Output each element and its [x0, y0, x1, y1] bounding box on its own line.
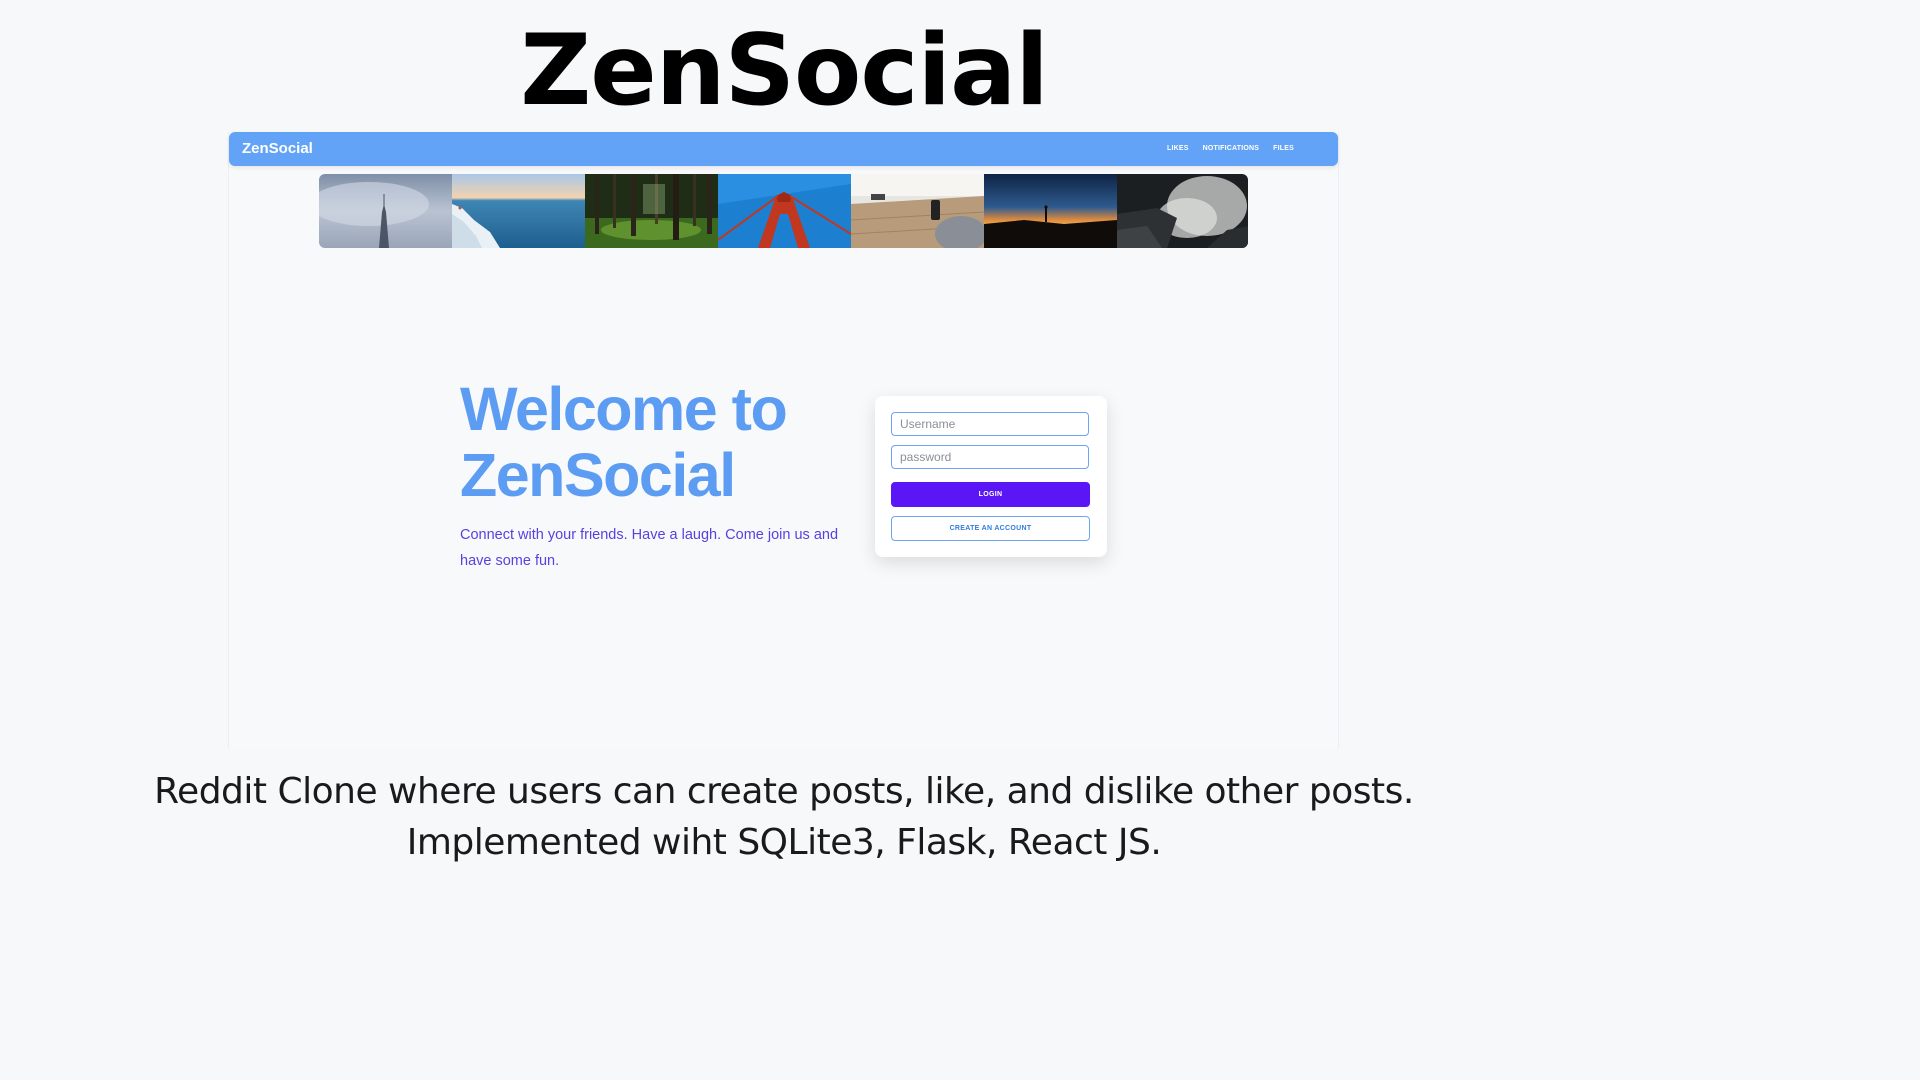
nav-links: LIKES NOTIFICATIONS FILES [1167, 145, 1294, 152]
welcome-title-line2: ZenSocial [460, 441, 736, 509]
nav-link-files[interactable]: FILES [1273, 145, 1294, 152]
project-caption: Reddit Clone where users can create post… [0, 766, 1568, 868]
app-window: ZenSocial LIKES NOTIFICATIONS FILES Welc… [228, 132, 1339, 748]
welcome-title-line1: Welcome to [460, 375, 788, 443]
welcome-subtitle: Connect with your friends. Have a laugh.… [460, 527, 839, 569]
photo-sunset [984, 174, 1117, 248]
caption-line1: Reddit Clone where users can create post… [154, 771, 1414, 812]
login-card: LOGIN CREATE AN ACCOUNT [875, 396, 1107, 557]
brand-logo[interactable]: ZenSocial [242, 140, 313, 157]
nav-link-notifications[interactable]: NOTIFICATIONS [1203, 145, 1260, 152]
username-input[interactable] [891, 412, 1089, 436]
password-input[interactable] [891, 445, 1089, 469]
photo-bridge [718, 174, 851, 248]
photo-skyscraper [319, 174, 452, 248]
create-account-button[interactable]: CREATE AN ACCOUNT [891, 516, 1090, 541]
nav-link-likes[interactable]: LIKES [1167, 145, 1189, 152]
caption-line2: Implemented wiht SQLite3, Flask, React J… [406, 822, 1162, 863]
photo-desk [851, 174, 984, 248]
photo-ocean [452, 174, 585, 248]
navbar: ZenSocial LIKES NOTIFICATIONS FILES [229, 132, 1338, 166]
photo-forest [585, 174, 718, 248]
welcome-title: Welcome to ZenSocial [460, 376, 860, 508]
login-button[interactable]: LOGIN [891, 482, 1090, 507]
photo-waterfall [1117, 174, 1248, 248]
hero-title: ZenSocial [520, 14, 1049, 128]
welcome-section: Welcome to ZenSocial Connect with your f… [460, 376, 860, 574]
photo-banner [319, 174, 1248, 248]
